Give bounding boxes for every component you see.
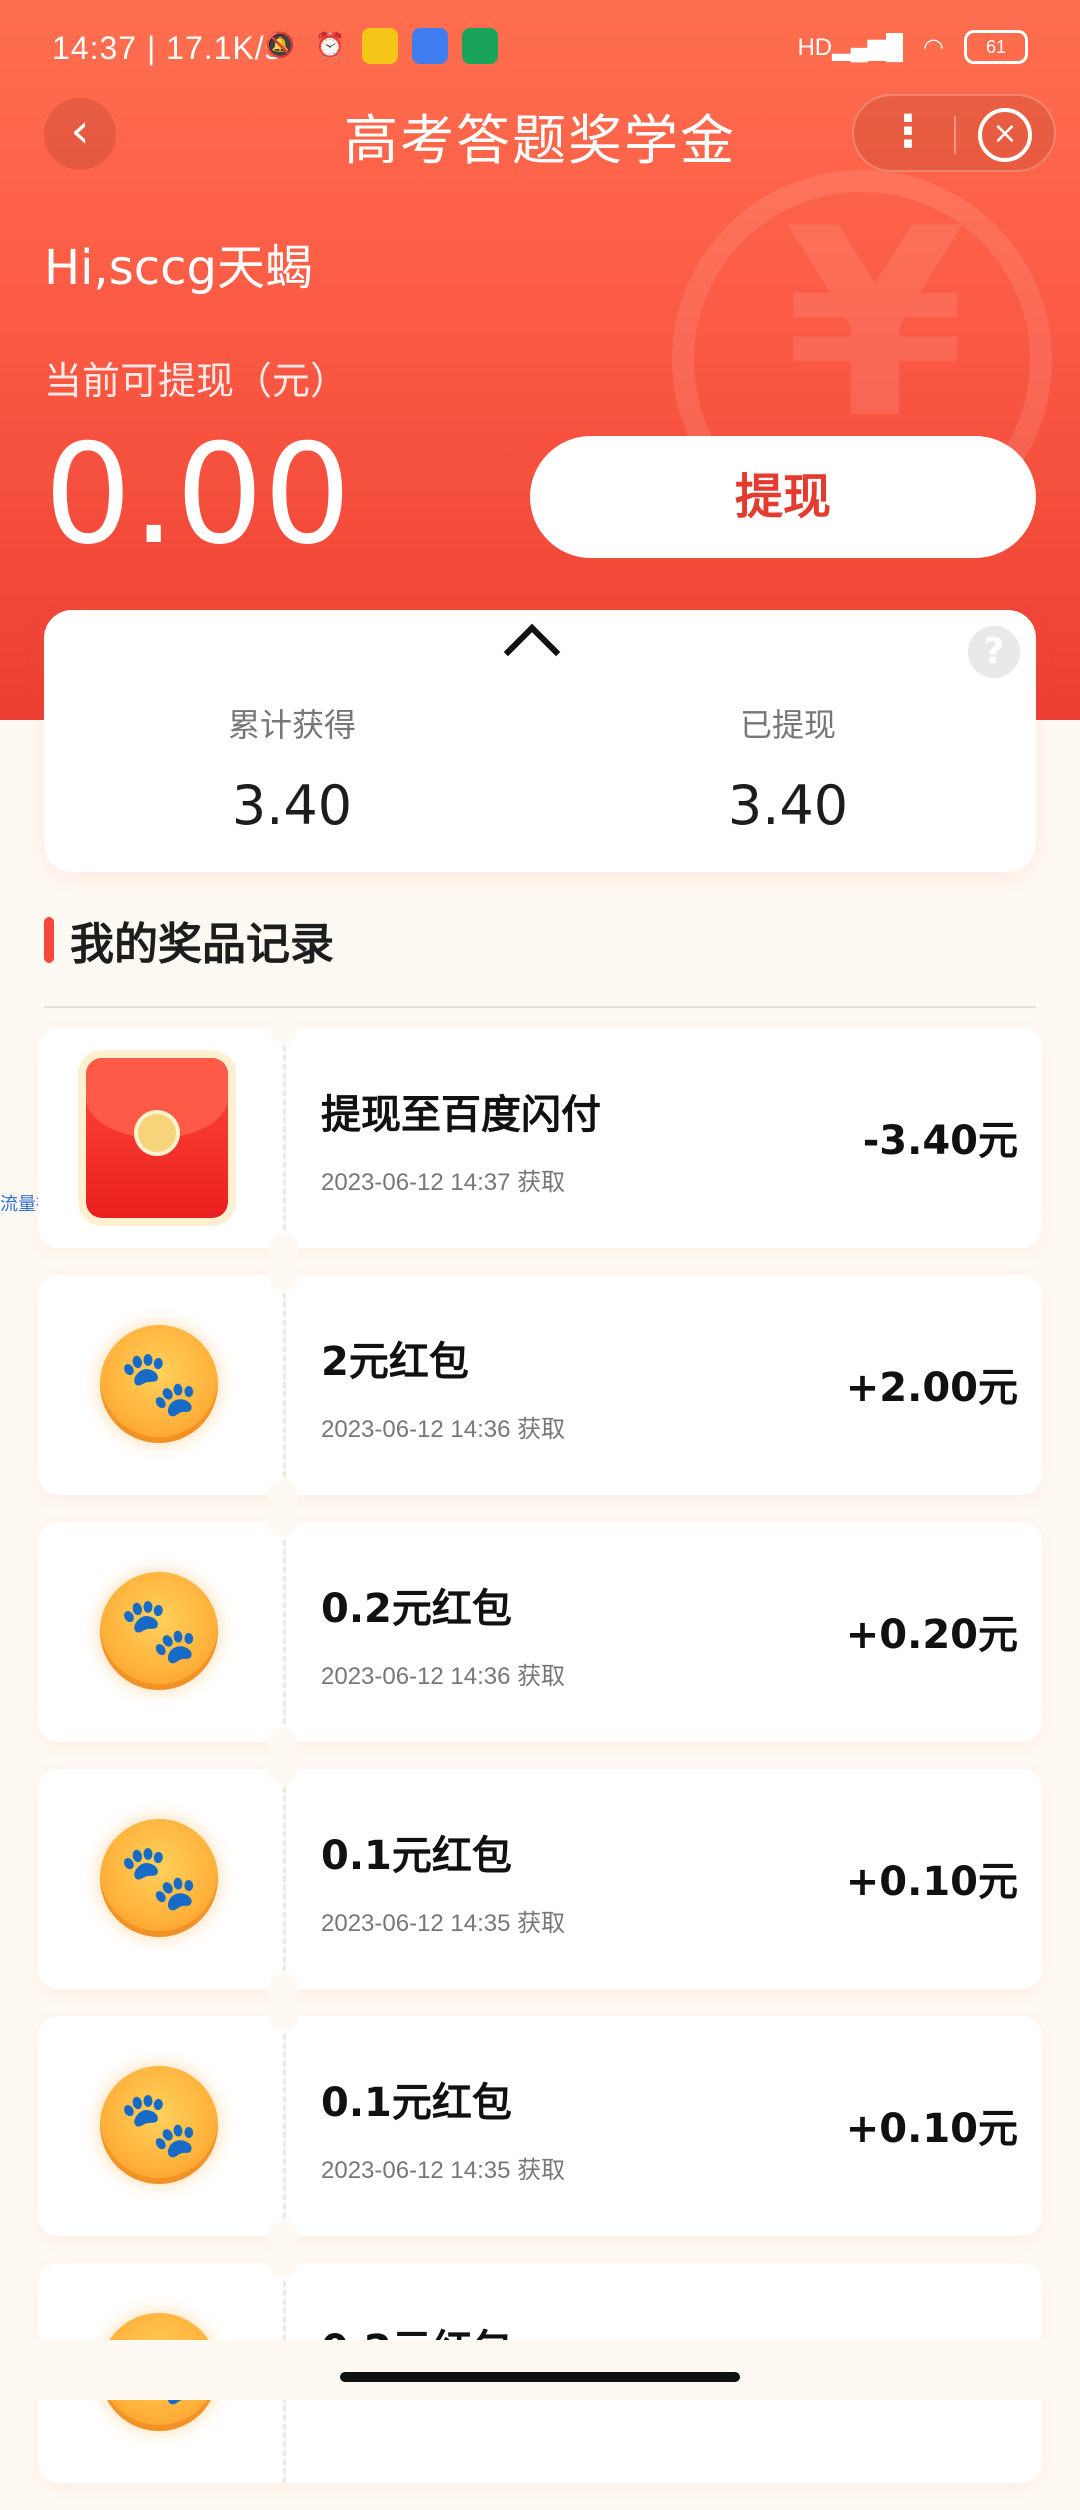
status-time: 14:37 | 17.1K/s xyxy=(52,30,282,67)
app-notify-green-icon xyxy=(462,28,498,64)
list-item[interactable]: 🐾 0.1元红包 2023-06-12 14:35 获取 +0.10元 xyxy=(38,2001,1042,2251)
record-time: 2023-06-12 14:36 获取 xyxy=(321,1663,566,1690)
mute-bell-icon: 🔕 xyxy=(265,32,295,59)
close-icon: × xyxy=(992,116,1018,151)
ticket-notch xyxy=(268,2248,298,2278)
withdrawn-value: 3.40 xyxy=(727,774,849,837)
paw-coin-icon: 🐾 xyxy=(100,1572,218,1690)
section-accent-bar xyxy=(44,917,54,963)
list-item[interactable]: 提现至百度闪付 2023-06-12 14:37 获取 -3.40元 xyxy=(38,1013,1042,1263)
record-amount: -3.40元 xyxy=(862,1118,1018,1164)
record-time: 2023-06-12 14:35 获取 xyxy=(321,2157,566,2184)
balance-value: 0.00 xyxy=(44,414,352,575)
ticket-notch xyxy=(268,1260,298,1290)
status-separator: | xyxy=(146,30,167,66)
ticket-notch xyxy=(268,1233,298,1263)
list-item[interactable]: 🐾 2元红包 2023-06-12 14:36 获取 +2.00元 xyxy=(38,1260,1042,1510)
user-greeting: Hi,sccg天蝎 xyxy=(44,240,313,296)
total-earned-label: 累计获得 xyxy=(227,706,356,744)
envelope-seal xyxy=(138,1114,176,1152)
record-amount: +2.00元 xyxy=(845,1365,1018,1411)
home-indicator[interactable] xyxy=(340,2372,740,2382)
more-menu-button[interactable]: ⋮ xyxy=(878,104,938,162)
ticket-divider xyxy=(283,1028,286,1248)
record-title: 提现至百度闪付 xyxy=(321,1092,601,1138)
status-icons: 🔕 ⏰ xyxy=(262,28,498,64)
record-title: 0.1元红包 xyxy=(321,1833,512,1879)
more-dots-icon: ⋮ xyxy=(886,106,930,157)
earnings-summary-card: ? 累计获得 3.40 已提现 3.40 xyxy=(44,610,1036,872)
signal-icon: HD▂▄▆█ xyxy=(797,33,904,61)
records-section-header: 我的奖品记录 xyxy=(44,910,334,970)
ticket-divider xyxy=(283,1275,286,1495)
mini-program-capsule: ⋮ × xyxy=(852,94,1056,172)
record-title: 2元红包 xyxy=(321,1339,469,1385)
prize-record-list: 提现至百度闪付 2023-06-12 14:37 获取 -3.40元 🐾 2元红… xyxy=(38,1013,1042,2510)
battery-level: 61 xyxy=(985,37,1007,57)
hd-label: HD xyxy=(797,33,833,61)
alarm-icon: ⏰ xyxy=(315,32,345,59)
list-item[interactable]: 🐾 0.1元红包 2023-06-12 14:35 获取 +0.10元 xyxy=(38,1754,1042,2004)
ticket-notch xyxy=(268,1974,298,2004)
app-notify-yellow-icon xyxy=(362,28,398,64)
ticket-notch xyxy=(268,1754,298,1784)
balance-label: 当前可提现（元） xyxy=(44,359,349,403)
ticket-divider xyxy=(283,2016,286,2236)
capsule-divider xyxy=(954,116,956,154)
wifi-icon: ◠ xyxy=(923,33,944,61)
chevron-up-icon[interactable] xyxy=(503,623,561,681)
ticket-notch xyxy=(268,1013,298,1043)
record-time: 2023-06-12 14:35 获取 xyxy=(321,1910,566,1937)
nav-bar: ‹ 高考答题奖学金 ⋮ × xyxy=(0,90,1080,180)
close-button[interactable]: × xyxy=(978,108,1032,162)
record-title: 0.2元红包 xyxy=(321,1586,512,1632)
records-title: 我的奖品记录 xyxy=(70,919,334,970)
paw-coin-icon: 🐾 xyxy=(100,2066,218,2184)
ticket-notch xyxy=(268,1507,298,1537)
record-amount: +0.10元 xyxy=(845,2106,1018,2152)
paw-coin-icon: 🐾 xyxy=(100,1325,218,1443)
record-amount: +0.10元 xyxy=(845,1859,1018,1905)
paw-coin-icon: 🐾 xyxy=(100,1819,218,1937)
withdrawn-total: 已提现 3.40 xyxy=(540,700,1036,837)
clock-text: 14:37 xyxy=(52,30,138,66)
ticket-notch xyxy=(268,2001,298,2031)
section-divider xyxy=(44,1006,1036,1008)
ticket-notch xyxy=(268,1480,298,1510)
app-notify-blue-icon xyxy=(412,28,448,64)
withdrawn-label: 已提现 xyxy=(739,706,836,744)
yen-symbol-icon: ¥ xyxy=(784,174,966,476)
record-time: 2023-06-12 14:36 获取 xyxy=(321,1416,566,1443)
ticket-notch xyxy=(268,1727,298,1757)
record-title: 0.1元红包 xyxy=(321,2080,512,2126)
ticket-divider xyxy=(283,1769,286,1989)
help-icon[interactable]: ? xyxy=(968,626,1020,678)
record-amount: +0.20元 xyxy=(845,1612,1018,1658)
withdraw-button[interactable]: 提现 xyxy=(530,436,1036,558)
total-earned-value: 3.40 xyxy=(231,774,353,837)
red-envelope-icon xyxy=(86,1058,228,1218)
ticket-divider xyxy=(283,1522,286,1742)
list-item[interactable]: 🐾 0.2元红包 2023-06-12 14:36 获取 +0.20元 xyxy=(38,1507,1042,1757)
bottom-gesture-area xyxy=(0,2340,1080,2400)
status-bar: 14:37 | 17.1K/s 🔕 ⏰ HD▂▄▆█ ◠ 61 xyxy=(0,0,1080,100)
battery-icon: 61 xyxy=(964,30,1028,64)
record-time: 2023-06-12 14:37 获取 xyxy=(321,1169,566,1196)
total-earned: 累计获得 3.40 xyxy=(44,700,540,837)
ticket-notch xyxy=(268,2221,298,2251)
status-right: HD▂▄▆█ ◠ 61 xyxy=(797,30,1028,64)
